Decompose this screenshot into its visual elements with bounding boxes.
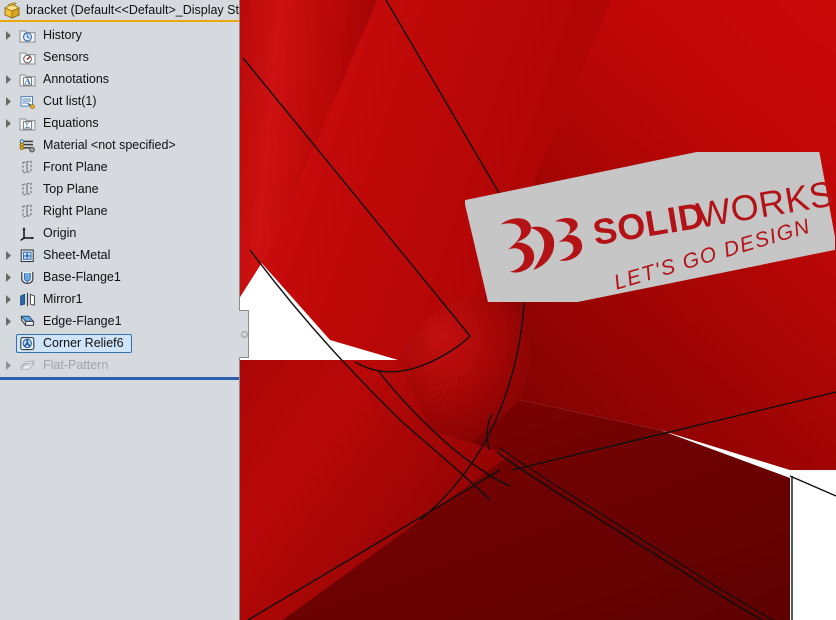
cut-list-folder-icon	[18, 92, 36, 110]
feature-manager-panel[interactable]: bracket (Default<<Default>_Display Stat	[0, 0, 240, 620]
tree-item-label: Annotations	[43, 72, 110, 86]
expand-arrow-icon	[0, 156, 16, 178]
flat-pattern-icon	[18, 356, 36, 374]
svg-text:A: A	[24, 76, 31, 86]
splitter-grip-dot[interactable]	[241, 331, 248, 338]
tree-item-label: Edge-Flange1	[43, 314, 122, 328]
expand-arrow-icon[interactable]	[0, 112, 16, 134]
material-icon	[18, 136, 36, 154]
history-folder-icon	[18, 26, 36, 44]
tree-item-label: Base-Flange1	[43, 270, 121, 284]
tree-item-equations[interactable]: Σ Equations	[0, 112, 239, 134]
mirror-icon	[18, 290, 36, 308]
tree-item-label: Flat-Pattern	[43, 358, 109, 372]
expand-arrow-icon[interactable]	[0, 288, 16, 310]
expand-arrow-icon[interactable]	[0, 90, 16, 112]
document-title-row[interactable]: bracket (Default<<Default>_Display Stat	[0, 0, 239, 22]
expand-arrow-icon[interactable]	[0, 244, 16, 266]
tree-item-label: Right Plane	[43, 204, 108, 218]
solidworks-window: SOLID WORKS LET'S GO DESIGN bracket (Def…	[0, 0, 836, 620]
expand-arrow-icon	[0, 332, 16, 354]
tree-item-annotations[interactable]: A Annotations	[0, 68, 239, 90]
svg-text:Σ: Σ	[25, 120, 30, 130]
sheet-metal-icon	[18, 246, 36, 264]
expand-arrow-icon[interactable]	[0, 354, 16, 376]
origin-icon	[18, 224, 36, 242]
viewport-corner-cut	[792, 474, 836, 620]
expand-arrow-icon[interactable]	[0, 266, 16, 288]
tree-item-front-plane[interactable]: Front Plane	[0, 156, 239, 178]
annotations-folder-icon: A	[18, 70, 36, 88]
rollback-bar[interactable]	[0, 377, 239, 380]
plane-icon	[18, 202, 36, 220]
tree-item-corner-relief6[interactable]: Corner Relief6	[0, 332, 239, 354]
document-title: bracket (Default<<Default>_Display Stat	[26, 3, 239, 17]
expand-arrow-icon[interactable]	[0, 310, 16, 332]
expand-arrow-icon[interactable]	[0, 24, 16, 46]
tree-item-label: Corner Relief6	[43, 336, 124, 350]
tree-item-label: Sheet-Metal	[43, 248, 111, 262]
panel-splitter-handle[interactable]	[239, 310, 249, 358]
tree-item-right-plane[interactable]: Right Plane	[0, 200, 239, 222]
tree-item-sensors[interactable]: Sensors	[0, 46, 239, 68]
expand-arrow-icon	[0, 200, 16, 222]
panel-splitter[interactable]	[239, 0, 249, 620]
tree-item-label: Sensors	[43, 50, 89, 64]
tree-item-origin[interactable]: Origin	[0, 222, 239, 244]
expand-arrow-icon[interactable]	[0, 68, 16, 90]
tree-item-cut-list[interactable]: Cut list(1)	[0, 90, 239, 112]
tree-item-flat-pattern[interactable]: Flat-Pattern	[0, 354, 239, 376]
tree-item-base-flange1[interactable]: Base-Flange1	[0, 266, 239, 288]
expand-arrow-icon	[0, 178, 16, 200]
tree-item-sheet-metal[interactable]: Sheet-Metal	[0, 244, 239, 266]
equations-folder-icon: Σ	[18, 114, 36, 132]
plane-icon	[18, 158, 36, 176]
edge-flange-icon	[18, 312, 36, 330]
corner-relief-icon	[18, 334, 36, 352]
tree-item-label: Cut list(1)	[43, 94, 97, 108]
sensors-folder-icon	[18, 48, 36, 66]
tree-item-label: Top Plane	[43, 182, 99, 196]
tree-item-label: Equations	[43, 116, 99, 130]
expand-arrow-icon	[0, 46, 16, 68]
tree-item-label: Mirror1	[43, 292, 83, 306]
base-flange-icon	[18, 268, 36, 286]
tree-item-edge-flange1[interactable]: Edge-Flange1	[0, 310, 239, 332]
tree-item-label: Front Plane	[43, 160, 108, 174]
feature-tree-list[interactable]: History Sensors A Annotations Cut list(1…	[0, 22, 239, 376]
tree-item-label: Origin	[43, 226, 77, 240]
tree-item-material[interactable]: Material <not specified>	[0, 134, 239, 156]
tree-item-top-plane[interactable]: Top Plane	[0, 178, 239, 200]
part-document-icon	[2, 1, 22, 19]
expand-arrow-icon	[0, 222, 16, 244]
tree-item-label: History	[43, 28, 82, 42]
tree-item-label: Material <not specified>	[43, 138, 176, 152]
plane-icon	[18, 180, 36, 198]
expand-arrow-icon	[0, 134, 16, 156]
tree-item-history[interactable]: History	[0, 24, 239, 46]
tree-item-mirror1[interactable]: Mirror1	[0, 288, 239, 310]
